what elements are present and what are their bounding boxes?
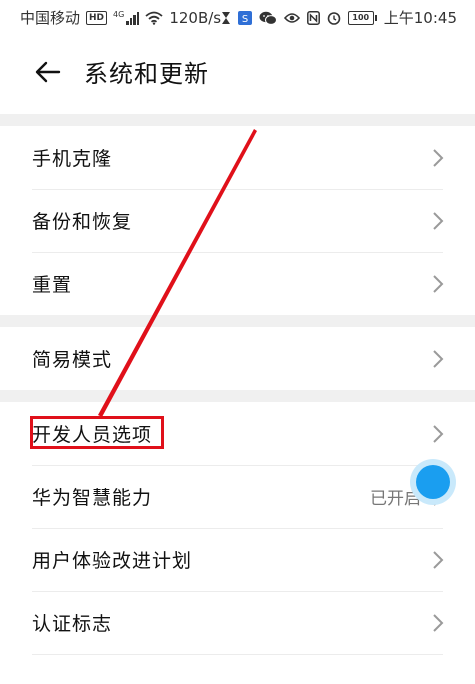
wifi-icon (145, 11, 163, 25)
settings-item-label: 认证标志 (32, 613, 113, 635)
hourglass-icon (221, 11, 230, 24)
wechat-icon (259, 11, 277, 25)
chevron-right-icon (433, 349, 444, 368)
settings-item-user-experience[interactable]: 用户体验改进计划 (0, 528, 475, 591)
settings-item-label: 重置 (32, 274, 73, 296)
back-button[interactable] (28, 52, 68, 92)
hd-badge: HD (86, 10, 108, 25)
chevron-right-icon (433, 211, 444, 230)
settings-group-2: 简易模式 (0, 327, 475, 390)
settings-item-label: 简易模式 (32, 349, 113, 371)
clock-time: 上午10:45 (383, 9, 457, 27)
status-left: 中国移动 HD 4G 120B/s (20, 7, 221, 28)
nfc-icon (306, 10, 320, 25)
settings-item-label: 手机克隆 (32, 148, 113, 170)
settings-list: 手机克隆 备份和恢复 重置 简易模式 开发人员选项 华为智慧能力 已开启 用户体… (0, 114, 475, 684)
settings-item-developer-options[interactable]: 开发人员选项 (0, 402, 475, 465)
settings-item-label: 开发人员选项 (32, 424, 153, 446)
settings-item-label: 备份和恢复 (32, 211, 133, 233)
section-divider (0, 390, 475, 402)
settings-item-backup-restore[interactable]: 备份和恢复 (0, 189, 475, 252)
battery-icon: 100 (347, 10, 377, 25)
settings-item-phone-clone[interactable]: 手机克隆 (0, 126, 475, 189)
status-right: S 100 上午10:45 (221, 7, 457, 28)
settings-group-1: 手机克隆 备份和恢复 重置 (0, 126, 475, 315)
chevron-right-icon (433, 613, 444, 632)
carrier-name: 中国移动 (20, 9, 81, 27)
chevron-right-icon (433, 550, 444, 569)
network-type-label: 4G (113, 9, 125, 19)
settings-item-partial (0, 654, 475, 684)
battery-level: 100 (347, 10, 374, 25)
alarm-icon (327, 11, 341, 25)
section-divider (0, 315, 475, 327)
settings-item-certification-logos[interactable]: 认证标志 (0, 591, 475, 654)
floating-assistant-button[interactable] (410, 459, 456, 505)
arrow-left-icon (35, 61, 61, 83)
eye-icon (283, 12, 300, 23)
page-title: 系统和更新 (84, 60, 209, 88)
chevron-right-icon (433, 148, 444, 167)
svg-text:S: S (242, 14, 248, 25)
settings-group-3: 开发人员选项 华为智慧能力 已开启 用户体验改进计划 认证标志 (0, 402, 475, 684)
status-bar: 中国移动 HD 4G 120B/s S 100 上午10:45 (0, 0, 475, 34)
app-notification-icon: S (237, 10, 252, 25)
floating-ball-core (416, 465, 450, 499)
settings-item-label: 用户体验改进计划 (32, 550, 193, 572)
chevron-right-icon (433, 274, 444, 293)
app-header: 系统和更新 (0, 34, 475, 114)
network-speed: 120B/s (169, 8, 222, 27)
settings-item-reset[interactable]: 重置 (0, 252, 475, 315)
section-divider (0, 114, 475, 126)
cellular-signal-icon: 4G (113, 9, 140, 25)
settings-item-huawei-ai[interactable]: 华为智慧能力 已开启 (0, 465, 475, 528)
settings-item-simple-mode[interactable]: 简易模式 (0, 327, 475, 390)
chevron-right-icon (433, 424, 444, 443)
settings-item-label: 华为智慧能力 (32, 487, 153, 509)
